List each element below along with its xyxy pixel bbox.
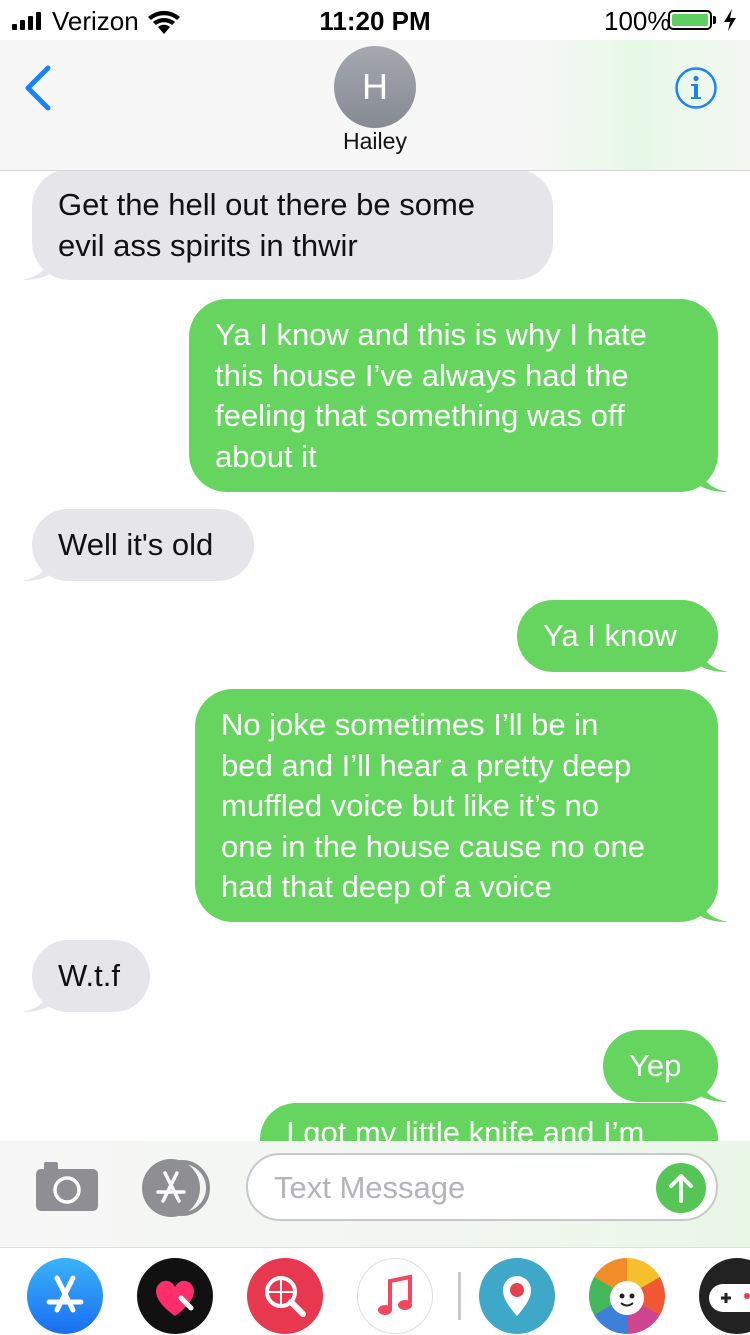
message-bubble-outgoing[interactable]: Ya I know and this is why I hate this ho… xyxy=(189,299,728,492)
battery-percent: 100% xyxy=(604,6,671,36)
bubble-tail xyxy=(698,642,728,672)
message-text-line: feeling that something was off xyxy=(215,398,625,433)
message-bubble-incoming[interactable]: W.t.f xyxy=(22,940,150,1012)
message-text-line: I got my little knife and I’m xyxy=(286,1115,645,1141)
message-text-line: evil ass spirits in thwir xyxy=(58,227,358,263)
status-bar: Verizon 11:20 PM 100% xyxy=(0,0,750,40)
charging-bolt-icon xyxy=(724,9,736,31)
message-bubble-incoming[interactable]: Get the hell out there be some evil ass … xyxy=(22,171,553,280)
message-text-line: Yep xyxy=(629,1048,682,1083)
drawer-divider xyxy=(458,1272,461,1320)
message-bubble-incoming[interactable]: Well it's old xyxy=(22,509,254,581)
digital-touch-heart-icon[interactable] xyxy=(137,1258,213,1334)
message-input[interactable] xyxy=(272,1165,646,1211)
info-circle-icon[interactable] xyxy=(674,66,718,110)
web-images-search-icon[interactable] xyxy=(247,1258,323,1334)
message-text-line: Ya I know xyxy=(543,618,677,653)
message-text-line: No joke sometimes I’ll be in xyxy=(221,707,599,742)
message-text-line: Get the hell out there be some xyxy=(58,187,476,222)
camera-icon[interactable] xyxy=(34,1159,100,1213)
message-bubble-outgoing[interactable]: No joke sometimes I’ll be in bed and I’l… xyxy=(195,689,728,922)
message-text-line: bed and I’ll hear a pretty deep xyxy=(221,747,632,783)
avatar[interactable]: H xyxy=(334,46,416,128)
contact-name[interactable]: Hailey xyxy=(0,128,750,155)
game-controller-icon[interactable] xyxy=(699,1258,750,1334)
chevron-left-icon[interactable] xyxy=(18,62,58,114)
message-text-line: Well it's old xyxy=(58,527,214,562)
battery-icon xyxy=(668,10,712,30)
message-bubble-outgoing[interactable]: I got my little knife and I’m xyxy=(260,1103,718,1141)
bubble-tail xyxy=(698,1072,728,1102)
bubble-tail xyxy=(22,982,52,1012)
bubble-tail xyxy=(22,250,52,280)
send-button[interactable] xyxy=(656,1163,706,1213)
periscope-icon[interactable] xyxy=(479,1258,555,1334)
message-text-line: about it xyxy=(215,438,317,474)
app-drawer xyxy=(0,1247,750,1335)
message-text-line: Ya I know and this is why I hate xyxy=(215,317,647,352)
message-bubble-outgoing[interactable]: Yep xyxy=(603,1030,728,1102)
message-text-line: one in the house cause no one xyxy=(221,828,646,864)
conversation-header: H Hailey xyxy=(0,40,750,171)
compose-bar xyxy=(0,1141,750,1247)
message-text-line: muffled voice but like it’s no xyxy=(221,788,599,823)
message-bubble-outgoing[interactable]: Ya I know xyxy=(517,600,728,672)
message-text-line: had that deep of a voice xyxy=(221,869,552,904)
app-store-icon[interactable] xyxy=(138,1157,212,1219)
message-text-line: W.t.f xyxy=(58,958,120,993)
bubble-tail xyxy=(698,462,728,492)
bubble-tail xyxy=(22,551,52,581)
message-thread[interactable]: Get the hell out there be some evil ass … xyxy=(0,171,750,1141)
bubble-tail xyxy=(698,892,728,922)
trivia-crack-icon[interactable] xyxy=(589,1258,665,1334)
music-note-icon[interactable] xyxy=(357,1258,433,1334)
message-text-field[interactable] xyxy=(246,1153,718,1221)
message-text-line: this house I’ve always had the xyxy=(215,357,629,393)
app-store-icon[interactable] xyxy=(27,1258,103,1334)
battery-cap xyxy=(713,16,716,24)
arrow-up-icon xyxy=(669,1174,693,1203)
